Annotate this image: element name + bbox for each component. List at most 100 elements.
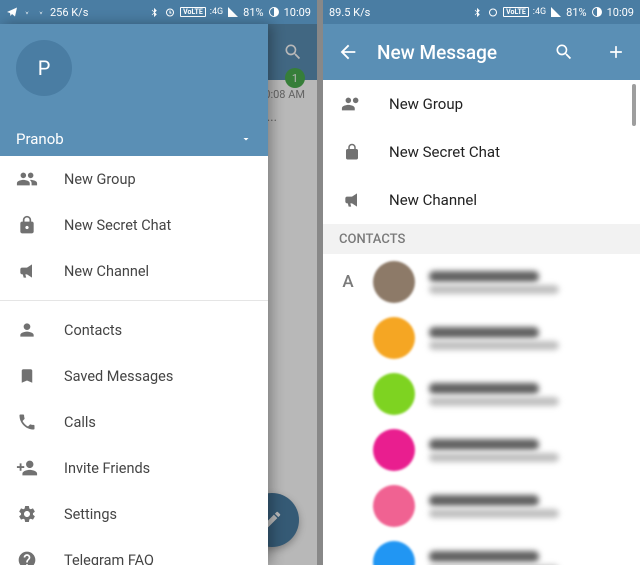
contact-row[interactable] [323,534,640,565]
person-add-icon [16,457,38,479]
contact-info [429,383,626,406]
contact-avatar [373,373,415,415]
bluetooth-icon [472,7,483,18]
group-icon [341,93,363,115]
bookmark-icon [18,366,36,386]
search-icon[interactable] [554,42,574,62]
telegram-icon [6,6,18,18]
battery-pct: 81% [243,6,263,19]
page-title: New Message [377,41,536,64]
megaphone-icon [17,261,37,281]
clock: 10:09 [607,6,634,19]
chevron-down-icon [240,133,252,145]
signal-icon [227,6,239,18]
contact-name-blurred [429,439,539,450]
drawer-new-channel[interactable]: New Channel [0,248,268,294]
scrollbar[interactable] [632,84,636,126]
menu-new-group[interactable]: New Group [323,80,640,128]
contact-avatar [373,261,415,303]
drawer-label: Settings [64,506,117,523]
phone-left: 256 K/s VoLTE :4G 81% 10:09 10:08 AM s c… [0,0,317,565]
contact-name-blurred [429,271,539,282]
avatar[interactable]: P [16,40,72,96]
contact-avatar [373,429,415,471]
lock-icon [343,142,361,162]
download-icon [22,6,32,18]
clock: 10:09 [284,6,311,19]
net-type: :4G [210,7,223,17]
navigation-drawer: P Pranob New Group New Secret Chat New C… [0,24,268,565]
battery-pct: 81% [566,6,586,19]
lock-icon [17,215,37,235]
contacts-list: A [323,254,640,565]
contact-status-blurred [429,285,559,294]
volte-badge: VoLTE [180,7,206,17]
bluetooth-icon [149,7,160,18]
drawer-label: Saved Messages [64,368,173,385]
drawer-contacts[interactable]: Contacts [0,307,268,353]
menu-new-channel[interactable]: New Channel [323,176,640,224]
alarm-icon [487,6,499,18]
avatar-initial: P [38,56,51,80]
contact-row[interactable] [323,366,640,422]
plus-icon[interactable] [606,42,626,62]
alarm-icon [164,6,176,18]
battery-icon [591,6,603,18]
status-bar: 256 K/s VoLTE :4G 81% 10:09 [0,0,317,24]
contact-name-blurred [429,495,539,506]
contact-name-blurred [429,327,539,338]
drawer-label: New Group [64,171,136,188]
contact-row[interactable] [323,422,640,478]
contact-status-blurred [429,453,559,462]
drawer-calls[interactable]: Calls [0,399,268,445]
back-icon[interactable] [337,41,359,63]
phone-icon [17,412,37,432]
contacts-section-header: CONTACTS [323,224,640,254]
contact-row[interactable] [323,478,640,534]
divider [0,300,268,301]
person-icon [17,320,37,340]
net-type: :4G [533,7,546,17]
drawer-label: Telegram FAQ [64,552,154,565]
section-label: CONTACTS [339,232,405,247]
drawer-new-group[interactable]: New Group [0,156,268,202]
menu-new-secret[interactable]: New Secret Chat [323,128,640,176]
battery-icon [268,6,280,18]
phone-right: 89.5 K/s VoLTE :4G 81% 10:09 New Message… [323,0,640,565]
contact-info [429,439,626,462]
account-switcher[interactable]: Pranob [16,130,252,148]
drawer-settings[interactable]: Settings [0,491,268,537]
drawer-label: Contacts [64,322,122,339]
drawer-saved[interactable]: Saved Messages [0,353,268,399]
drawer-new-secret[interactable]: New Secret Chat [0,202,268,248]
group-icon [16,168,38,190]
drawer-invite[interactable]: Invite Friends [0,445,268,491]
contact-info [429,551,626,565]
menu-label: New Secret Chat [389,143,500,161]
drawer-label: New Secret Chat [64,217,171,234]
contact-row[interactable] [323,310,640,366]
gear-icon [17,504,37,524]
net-speed: 256 K/s [50,6,88,19]
alpha-index: A [337,272,359,292]
drawer-label: New Channel [64,263,149,280]
profile-name: Pranob [16,130,64,148]
help-icon [17,550,37,565]
contact-info [429,495,626,518]
net-speed: 89.5 K/s [329,6,370,19]
contact-status-blurred [429,509,559,518]
contact-name-blurred [429,383,539,394]
download-icon [36,6,46,18]
status-bar: 89.5 K/s VoLTE :4G 81% 10:09 [323,0,640,24]
drawer-faq[interactable]: Telegram FAQ [0,537,268,565]
contact-avatar [373,317,415,359]
contact-avatar [373,485,415,527]
contact-info [429,271,626,294]
signal-icon [550,6,562,18]
contact-avatar [373,541,415,565]
contact-row[interactable]: A [323,254,640,310]
menu-label: New Channel [389,191,477,209]
contact-status-blurred [429,341,559,350]
menu-label: New Group [389,95,463,113]
new-message-appbar: New Message [323,24,640,80]
